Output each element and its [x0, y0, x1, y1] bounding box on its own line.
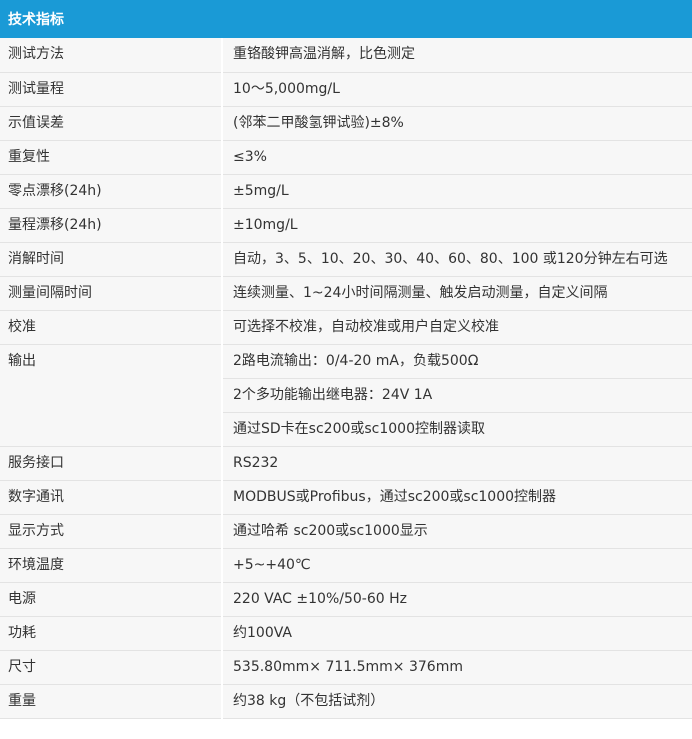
spec-value: 2个多功能输出继电器：24V 1A [222, 378, 692, 413]
spec-label: 测试方法 [0, 38, 223, 73]
spec-label: 量程漂移(24h) [0, 208, 223, 243]
spec-label: 数字通讯 [0, 480, 223, 515]
table-row: 电源 220 VAC ±10%/50-60 Hz [0, 582, 692, 617]
spec-value: 约38 kg（不包括试剂） [222, 684, 692, 719]
spec-value: 10～5,000mg/L [222, 72, 692, 107]
table-row: 测试方法 重铬酸钾高温消解，比色测定 [0, 38, 692, 73]
table-row: 服务接口 RS232 [0, 446, 692, 481]
table-row: 数字通讯 MODBUS或Profibus，通过sc200或sc1000控制器 [0, 480, 692, 515]
spec-value: 220 VAC ±10%/50-60 Hz [222, 582, 692, 617]
spec-label: 重量 [0, 684, 223, 719]
spec-value: 535.80mm× 711.5mm× 376mm [222, 650, 692, 685]
spec-value: 重铬酸钾高温消解，比色测定 [222, 38, 692, 73]
spec-label: 功耗 [0, 616, 223, 651]
table-row: 重复性 ≤3% [0, 140, 692, 175]
spec-value: 通过SD卡在sc200或sc1000控制器读取 [222, 412, 692, 447]
spec-table-title: 技术指标 [0, 0, 692, 38]
spec-value: 连续测量、1~24小时间隔测量、触发启动测量，自定义间隔 [222, 276, 692, 311]
spec-label: 服务接口 [0, 446, 223, 481]
spec-value: MODBUS或Profibus，通过sc200或sc1000控制器 [222, 480, 692, 515]
table-row: 零点漂移(24h) ±5mg/L [0, 174, 692, 209]
spec-label: 校准 [0, 310, 223, 345]
spec-value: 自动，3、5、10、20、30、40、60、80、100 或120分钟左右可选 [222, 242, 692, 277]
spec-table: 技术指标 测试方法 重铬酸钾高温消解，比色测定 测试量程 10～5,000mg/L 示值… [0, 0, 692, 719]
spec-value: ≤3% [222, 140, 692, 175]
table-row: 测试量程 10～5,000mg/L [0, 72, 692, 107]
table-row: 尺寸 535.80mm× 711.5mm× 376mm [0, 650, 692, 685]
table-row: 校准 可选择不校准，自动校准或用户自定义校准 [0, 310, 692, 345]
spec-label: 示值误差 [0, 106, 223, 141]
spec-value: ±5mg/L [222, 174, 692, 209]
spec-label: 测量间隔时间 [0, 276, 223, 311]
spec-label: 重复性 [0, 140, 223, 175]
table-row: 重量 约38 kg（不包括试剂） [0, 684, 692, 719]
spec-label: 环境温度 [0, 548, 223, 583]
table-row: 环境温度 +5~+40℃ [0, 548, 692, 583]
spec-value: 可选择不校准，自动校准或用户自定义校准 [222, 310, 692, 345]
table-row: 测量间隔时间 连续测量、1~24小时间隔测量、触发启动测量，自定义间隔 [0, 276, 692, 311]
table-row: 输出 2路电流输出：0/4-20 mA，负载500Ω [0, 344, 692, 447]
spec-value: 约100VA [222, 616, 692, 651]
spec-label: 输出 [0, 344, 223, 447]
spec-value: 2路电流输出：0/4-20 mA，负载500Ω [222, 344, 692, 379]
spec-value: (邻苯二甲酸氢钾试验)±8% [222, 106, 692, 141]
spec-value: RS232 [222, 446, 692, 481]
spec-label: 电源 [0, 582, 223, 617]
spec-value: 通过哈希 sc200或sc1000显示 [222, 514, 692, 549]
spec-label: 消解时间 [0, 242, 223, 277]
table-row: 显示方式 通过哈希 sc200或sc1000显示 [0, 514, 692, 549]
spec-label: 显示方式 [0, 514, 223, 549]
spec-value: +5~+40℃ [222, 548, 692, 583]
spec-table-body: 测试方法 重铬酸钾高温消解，比色测定 测试量程 10～5,000mg/L 示值误差 (邻苯… [0, 38, 692, 719]
spec-table-header-row: 技术指标 [0, 0, 692, 38]
spec-value: ±10mg/L [222, 208, 692, 243]
spec-label: 零点漂移(24h) [0, 174, 223, 209]
spec-label: 测试量程 [0, 72, 223, 107]
spec-label: 尺寸 [0, 650, 223, 685]
table-row: 量程漂移(24h) ±10mg/L [0, 208, 692, 243]
table-row: 示值误差 (邻苯二甲酸氢钾试验)±8% [0, 106, 692, 141]
table-row: 功耗 约100VA [0, 616, 692, 651]
table-row: 消解时间 自动，3、5、10、20、30、40、60、80、100 或120分钟左… [0, 242, 692, 277]
